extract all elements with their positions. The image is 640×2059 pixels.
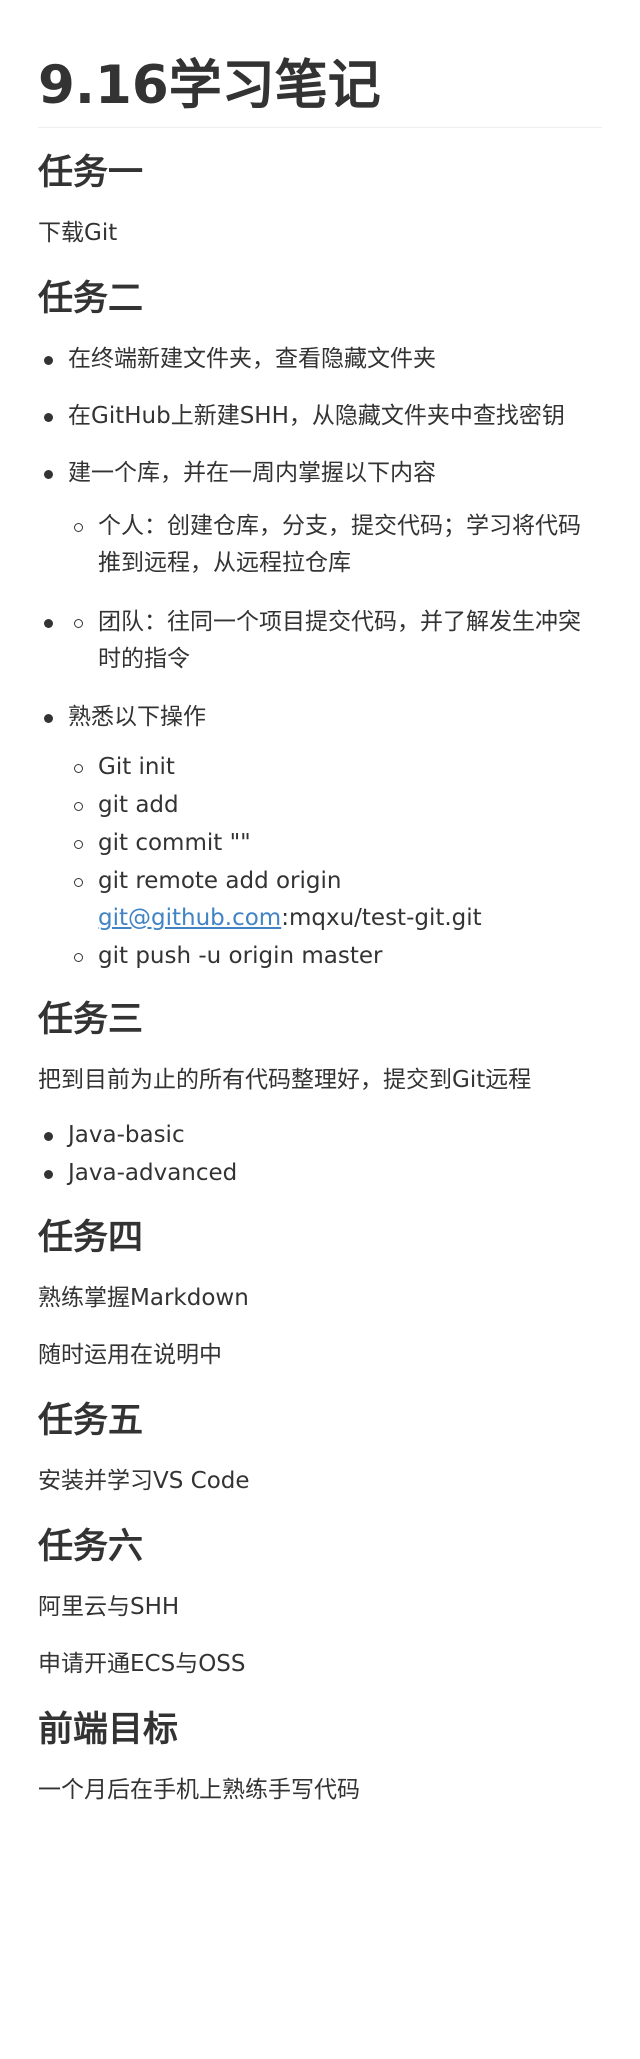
sub-list-item: git commit "" (38, 825, 602, 862)
task6-line2: 申请开通ECS与OSS (38, 1651, 246, 1677)
list-item: Java-basic (38, 1117, 602, 1154)
heading-task3: 任务三 (38, 1000, 144, 1040)
email-link[interactable]: git@github.com (98, 905, 281, 931)
task5-text: 安装并学习VS Code (38, 1468, 250, 1494)
heading-frontend: 前端目标 (38, 1710, 179, 1750)
heading-task6: 任务六 (38, 1527, 144, 1567)
sub-list-item: Git init (38, 749, 602, 786)
task2-list: 在终端新建文件夹，查看隐藏文件夹 在GitHub上新建SHH，从隐藏文件夹中查找… (38, 341, 602, 975)
sub-item-text: :mqxu/test-git.git (281, 905, 482, 931)
page-title: 9.16学习笔记 (38, 46, 602, 128)
task3-list: Java-basic Java-advanced (38, 1117, 602, 1192)
heading-task2: 任务二 (38, 279, 144, 319)
list-item: 建一个库，并在一周内掌握以下内容 (38, 455, 602, 492)
sub-item-line: 个人：创建仓库，分支，提交代码；学习将代码 (98, 513, 581, 539)
list-item: Java-advanced (38, 1155, 602, 1192)
document: 9.16学习笔记 任务一 下载Git 任务二 在终端新建文件夹，查看隐藏文件夹 … (0, 0, 640, 1809)
sub-item-line: 推到远程，从远程拉仓库 (98, 550, 351, 576)
sub-list-item: git add (38, 787, 602, 824)
heading-task5: 任务五 (38, 1401, 144, 1441)
heading-task4: 任务四 (38, 1218, 144, 1258)
task4-line1: 熟练掌握Markdown (38, 1285, 249, 1311)
list-item: 在终端新建文件夹，查看隐藏文件夹 (38, 341, 602, 378)
sub-list-item: git push -u origin master (38, 938, 602, 975)
heading-task1: 任务一 (38, 153, 144, 193)
sub-item-line: 团队：往同一个项目提交代码，并了解发生冲突 (98, 609, 581, 635)
frontend-text: 一个月后在手机上熟练手写代码 (38, 1777, 360, 1803)
sub-list-item-personal: 个人：创建仓库，分支，提交代码；学习将代码 推到远程，从远程拉仓库 (38, 508, 602, 582)
sub-item-line: 时的指令 (98, 646, 190, 672)
sub-item-line: git remote add origin (98, 868, 342, 894)
task6-line1: 阿里云与SHH (38, 1594, 180, 1620)
list-item-team: 团队：往同一个项目提交代码，并了解发生冲突 时的指令 (38, 604, 602, 678)
task3-text: 把到目前为止的所有代码整理好，提交到Git远程 (38, 1067, 532, 1093)
list-item: 在GitHub上新建SHH，从隐藏文件夹中查找密钥 (38, 398, 602, 435)
sub-list-item-remote: git remote add origin git@github.com:mqx… (38, 863, 602, 937)
task4-line2: 随时运用在说明中 (38, 1342, 222, 1368)
list-item: 熟悉以下操作 (38, 699, 602, 736)
task1-text: 下载Git (38, 220, 118, 246)
